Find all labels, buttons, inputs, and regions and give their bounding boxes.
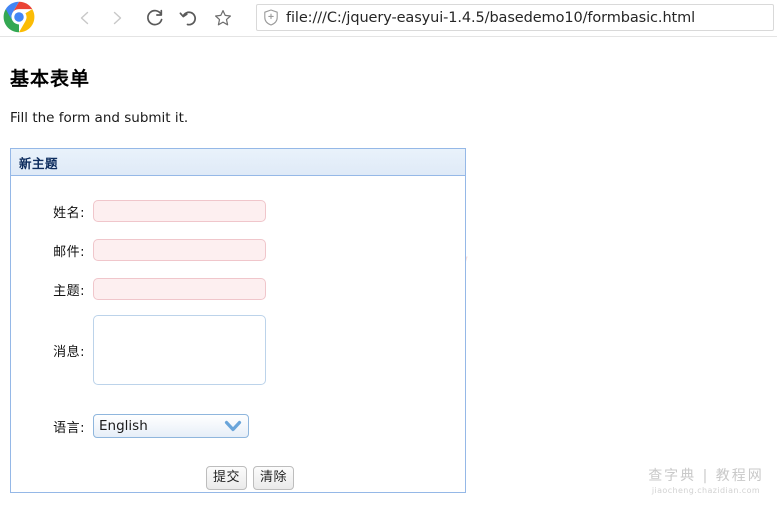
reload-button[interactable]: [140, 3, 170, 33]
panel-body: 姓名: 邮件: 主题: 消息: 语言: English 提交 清除: [11, 176, 465, 492]
shield-plus-icon[interactable]: [263, 9, 279, 26]
form-row-language: 语言: English: [27, 414, 249, 438]
submit-button[interactable]: 提交: [206, 466, 248, 490]
form-row-email: 邮件:: [27, 239, 266, 261]
message-label: 消息:: [53, 344, 85, 360]
language-label: 语言:: [53, 420, 85, 436]
history-back-button[interactable]: [174, 3, 204, 33]
form-panel: 新主题 姓名: 邮件: 主题: 消息: 语言: English 提交 清除: [10, 148, 466, 493]
site-watermark-main: 查字典 | 教程网: [648, 468, 764, 484]
language-select-wrapper[interactable]: English: [93, 414, 249, 438]
url-text: file:///C:/jquery-easyui-1.4.5/basedemo1…: [286, 9, 696, 26]
message-textarea[interactable]: [93, 315, 266, 385]
page-content: 基本表单 Fill the form and submit it. http:/…: [0, 37, 777, 510]
name-input[interactable]: [93, 200, 266, 222]
page-subtitle: Fill the form and submit it.: [10, 110, 189, 126]
reload-icon: [147, 9, 163, 26]
chrome-logo-icon: [2, 0, 36, 34]
back-arrow-icon: [80, 11, 89, 25]
language-select-value: English: [99, 418, 148, 434]
clear-button[interactable]: 清除: [253, 466, 295, 490]
form-row-name: 姓名:: [27, 200, 266, 222]
browser-toolbar: file:///C:/jquery-easyui-1.4.5/basedemo1…: [0, 0, 777, 37]
forward-arrow-icon: [113, 11, 122, 25]
history-back-arrow-icon: [179, 11, 196, 26]
panel-header: 新主题: [11, 149, 465, 176]
panel-title: 新主题: [19, 155, 59, 171]
button-row: 提交 清除: [206, 466, 295, 490]
forward-button[interactable]: [102, 3, 132, 33]
form-row-subject: 主题:: [27, 278, 266, 300]
site-watermark: 查字典 | 教程网 jiaocheng.chazidian.com: [645, 465, 767, 495]
language-select[interactable]: English: [93, 414, 249, 438]
star-bookmark-icon: [215, 10, 231, 26]
back-button[interactable]: [70, 3, 100, 33]
bookmark-button[interactable]: [208, 3, 238, 33]
subject-input[interactable]: [93, 278, 266, 300]
subject-label: 主题:: [53, 283, 85, 299]
url-bar[interactable]: file:///C:/jquery-easyui-1.4.5/basedemo1…: [256, 4, 774, 31]
email-label: 邮件:: [53, 244, 85, 260]
form-row-message: 消息:: [27, 315, 266, 385]
name-label: 姓名:: [53, 205, 85, 221]
email-input[interactable]: [93, 239, 266, 261]
site-watermark-sub: jiaocheng.chazidian.com: [651, 486, 761, 495]
page-title: 基本表单: [10, 68, 91, 90]
